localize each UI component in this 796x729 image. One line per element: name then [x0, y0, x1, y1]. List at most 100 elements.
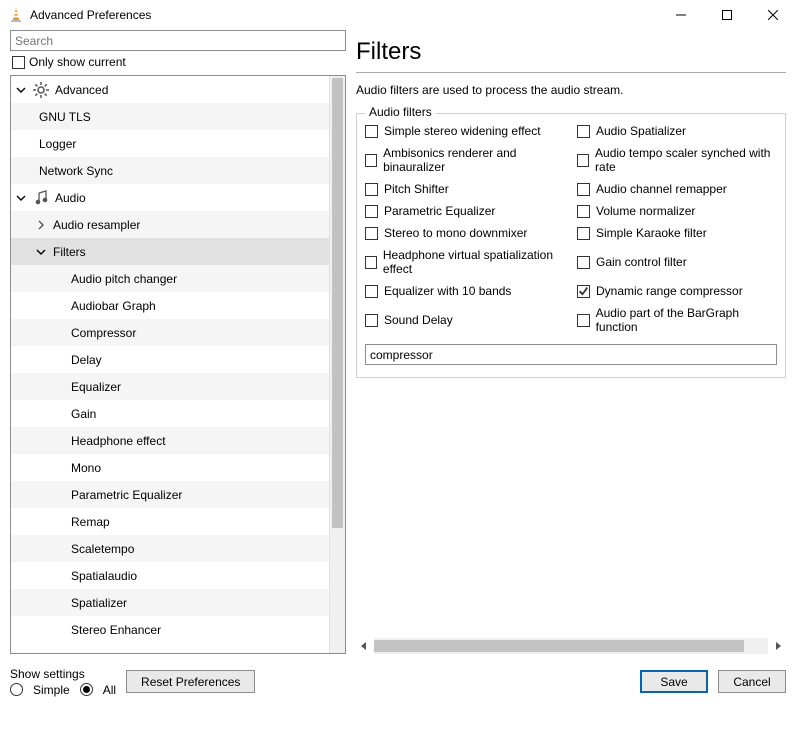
tree-node[interactable]: Gain — [11, 400, 329, 427]
tree-node-label: Audio — [55, 191, 86, 205]
tree-node[interactable]: Spatialaudio — [11, 562, 329, 589]
filter-option: Parametric Equalizer — [365, 204, 565, 218]
filter-option-label: Stereo to mono downmixer — [384, 226, 527, 240]
cancel-button[interactable]: Cancel — [718, 670, 786, 693]
filter-option: Pitch Shifter — [365, 182, 565, 196]
tree-node[interactable]: Spatializer — [11, 589, 329, 616]
filter-checkbox[interactable] — [365, 256, 377, 269]
save-button[interactable]: Save — [640, 670, 708, 693]
filter-option: Audio part of the BarGraph function — [577, 306, 777, 334]
filter-option-label: Parametric Equalizer — [384, 204, 495, 218]
tree-node[interactable]: Delay — [11, 346, 329, 373]
vlc-cone-icon — [8, 7, 24, 23]
titlebar: Advanced Preferences — [0, 0, 796, 30]
tree-scrollbar[interactable] — [329, 76, 345, 653]
tree-node[interactable]: Equalizer — [11, 373, 329, 400]
tree-node[interactable]: Network Sync — [11, 157, 329, 184]
tree-node[interactable]: Audio pitch changer — [11, 265, 329, 292]
filter-option: Dynamic range compressor — [577, 284, 777, 298]
tree-node[interactable]: GNU TLS — [11, 103, 329, 130]
tree-node-label: Equalizer — [71, 380, 121, 394]
filter-checkbox[interactable] — [365, 183, 378, 196]
filter-checkbox[interactable] — [577, 227, 590, 240]
filter-option-label: Pitch Shifter — [384, 182, 449, 196]
tree-node-label: Compressor — [71, 326, 136, 340]
maximize-button[interactable] — [704, 0, 750, 30]
filter-option: Equalizer with 10 bands — [365, 284, 565, 298]
panel-hscrollbar[interactable] — [356, 638, 786, 654]
filter-text-input[interactable] — [365, 344, 777, 365]
window-title: Advanced Preferences — [30, 8, 151, 22]
tree-node[interactable]: Headphone effect — [11, 427, 329, 454]
filter-option-label: Audio part of the BarGraph function — [596, 306, 777, 334]
tree-node[interactable]: Compressor — [11, 319, 329, 346]
tree-node-label: Mono — [71, 461, 101, 475]
filter-checkbox[interactable] — [365, 227, 378, 240]
expand-toggle[interactable] — [35, 246, 47, 258]
filter-checkbox[interactable] — [365, 125, 378, 138]
tree-node-label: Spatialaudio — [71, 569, 137, 583]
filter-option: Audio channel remapper — [577, 182, 777, 196]
tree-node[interactable]: Scaletempo — [11, 535, 329, 562]
filter-option-label: Simple stereo widening effect — [384, 124, 541, 138]
hscroll-left-arrow[interactable] — [356, 638, 372, 654]
expand-toggle[interactable] — [15, 192, 27, 204]
tree-node-label: Parametric Equalizer — [71, 488, 182, 502]
filter-checkbox[interactable] — [577, 205, 590, 218]
preferences-tree[interactable]: Advanced GNU TLS LoggerNetwork Sync Audio Au… — [11, 76, 329, 653]
filter-option: Volume normalizer — [577, 204, 777, 218]
filter-option-label: Audio Spatializer — [596, 124, 686, 138]
filter-option: Simple stereo widening effect — [365, 124, 565, 138]
filter-checkbox[interactable] — [577, 183, 590, 196]
expand-toggle[interactable] — [15, 84, 27, 96]
panel-description: Audio filters are used to process the au… — [356, 73, 786, 107]
tree-node[interactable]: Advanced — [11, 76, 329, 103]
filter-checkbox[interactable] — [577, 314, 590, 327]
show-settings-simple-radio[interactable] — [10, 683, 23, 696]
expand-toggle[interactable] — [35, 219, 47, 231]
tree-node-label: GNU TLS — [39, 110, 91, 124]
filter-checkbox[interactable] — [365, 154, 377, 167]
filter-option: Audio Spatializer — [577, 124, 777, 138]
reset-preferences-button[interactable]: Reset Preferences — [126, 670, 255, 693]
close-button[interactable] — [750, 0, 796, 30]
tree-node-label: Audiobar Graph — [71, 299, 156, 313]
filter-checkbox[interactable] — [365, 285, 378, 298]
show-settings-all-radio[interactable] — [80, 683, 93, 696]
filter-checkbox[interactable] — [577, 125, 590, 138]
only-show-current-label: Only show current — [29, 55, 126, 69]
group-title: Audio filters — [365, 105, 436, 119]
tree-node-label: Audio pitch changer — [71, 272, 177, 286]
tree-node[interactable]: Audiobar Graph — [11, 292, 329, 319]
tree-node[interactable]: Filters — [11, 238, 329, 265]
tree-node[interactable]: Stereo Enhancer — [11, 616, 329, 643]
tree-node[interactable]: Remap — [11, 508, 329, 535]
filter-option-label: Sound Delay — [384, 313, 453, 327]
tree-node[interactable]: Audio resampler — [11, 211, 329, 238]
minimize-button[interactable] — [658, 0, 704, 30]
filter-checkbox[interactable] — [577, 285, 590, 298]
hscroll-right-arrow[interactable] — [770, 638, 786, 654]
filter-checkbox[interactable] — [577, 154, 589, 167]
filter-option: Sound Delay — [365, 306, 565, 334]
filter-option: Stereo to mono downmixer — [365, 226, 565, 240]
filter-option-label: Audio channel remapper — [596, 182, 727, 196]
tree-node[interactable]: Audio — [11, 184, 329, 211]
tree-node[interactable]: Mono — [11, 454, 329, 481]
tree-scrollbar-thumb[interactable] — [332, 78, 343, 528]
hscroll-thumb[interactable] — [374, 640, 744, 652]
filter-option: Audio tempo scaler synched with rate — [577, 146, 777, 174]
tree-node[interactable]: Parametric Equalizer — [11, 481, 329, 508]
tree-node-label: Stereo Enhancer — [71, 623, 161, 637]
tree-node-label: Scaletempo — [71, 542, 134, 556]
filter-option-label: Ambisonics renderer and binauralizer — [383, 146, 565, 174]
tree-node-label: Audio resampler — [53, 218, 140, 232]
filter-checkbox[interactable] — [365, 314, 378, 327]
filter-checkbox[interactable] — [577, 256, 590, 269]
filter-checkbox[interactable] — [365, 205, 378, 218]
tree-node[interactable]: Logger — [11, 130, 329, 157]
show-settings-simple-label: Simple — [33, 683, 70, 697]
search-input[interactable] — [10, 30, 346, 51]
only-show-current-checkbox[interactable] — [12, 56, 25, 69]
tree-node-label: Gain — [71, 407, 96, 421]
